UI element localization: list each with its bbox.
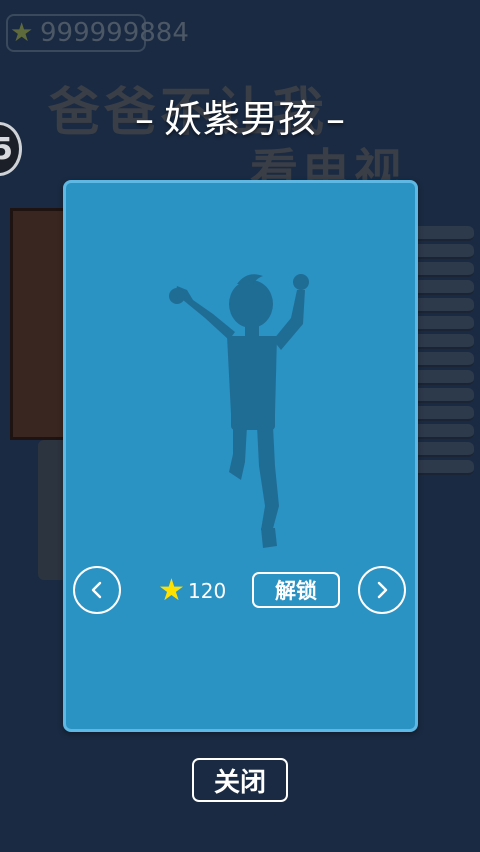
coin-counter-value: 999999884: [40, 18, 189, 48]
cabinet-decoration: [10, 208, 66, 440]
unlock-button[interactable]: 解锁: [252, 572, 340, 608]
chevron-right-icon: [377, 581, 388, 599]
close-button[interactable]: 关闭: [192, 758, 288, 802]
skin-title: – 妖紫男孩 –: [0, 88, 480, 143]
title-dash-left: –: [134, 97, 154, 141]
title-dash-right: –: [326, 97, 345, 141]
star-icon: ★: [158, 573, 185, 608]
previous-skin-button[interactable]: [73, 566, 121, 614]
unlock-price: 120: [188, 579, 227, 603]
bookshelf-decoration: [412, 226, 474, 475]
character-silhouette: [169, 274, 309, 548]
skin-name: 妖紫男孩: [163, 97, 316, 141]
next-skin-button[interactable]: [358, 566, 406, 614]
star-icon: ★: [10, 18, 34, 48]
chevron-left-icon: [91, 581, 102, 599]
